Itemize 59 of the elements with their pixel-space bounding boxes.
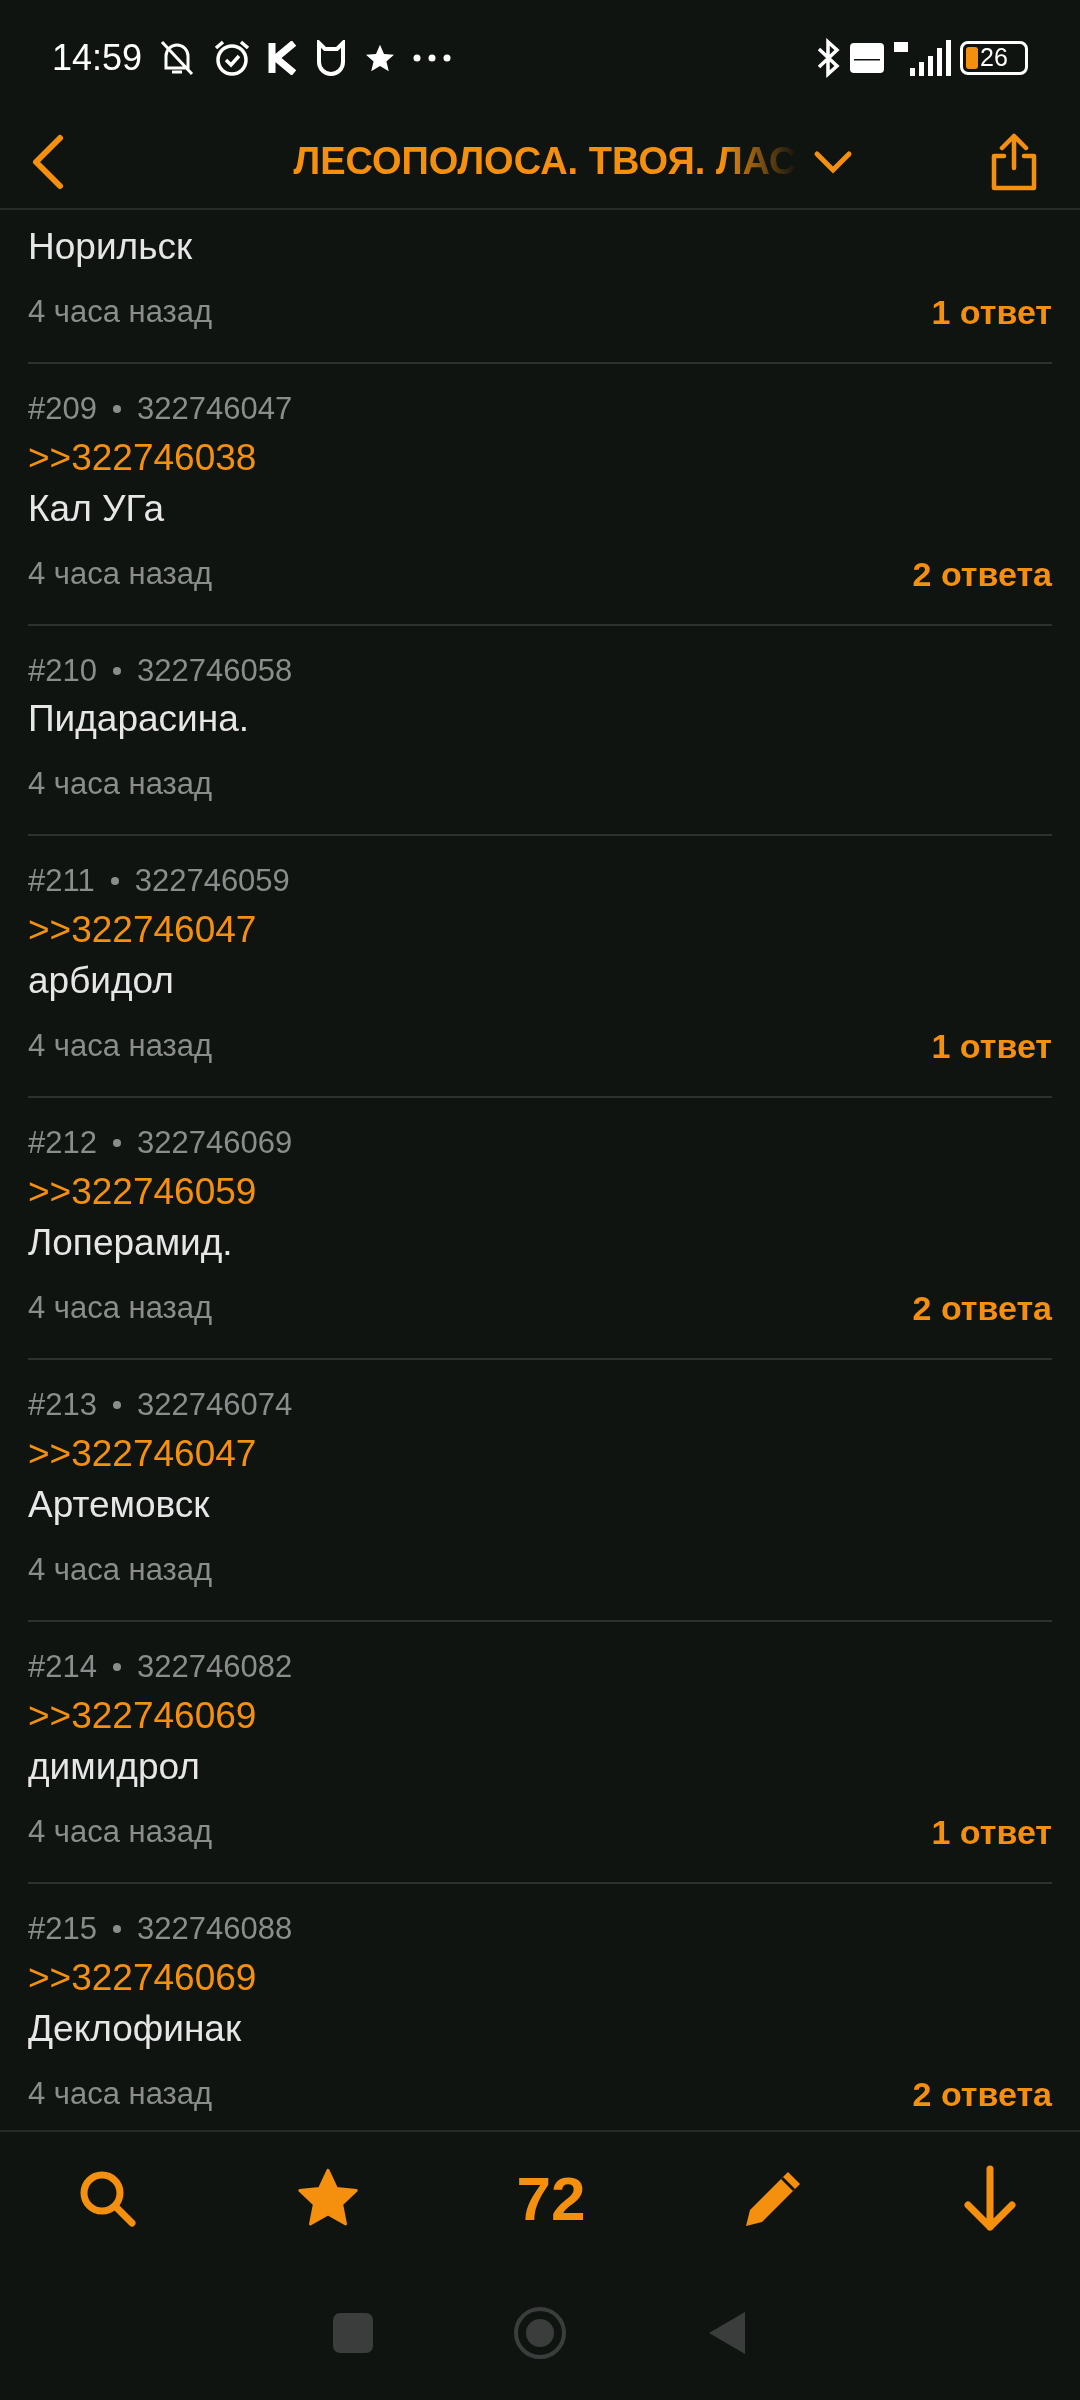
post-text: Норильск [28, 226, 193, 267]
post-time: 4 часа назад [28, 292, 213, 331]
replies-link[interactable]: 1 ответ [931, 1806, 1052, 1858]
replies-link[interactable]: 2 ответа [912, 1282, 1052, 1334]
replies-link[interactable]: 1 ответ [931, 286, 1052, 338]
post-time: 4 часа назад [28, 1026, 213, 1065]
post-id: 322746069 [136, 1124, 293, 1162]
replies-link[interactable]: 1 ответ [931, 1020, 1052, 1072]
post-text: димидрол [28, 1746, 200, 1787]
post-text: Лоперамид. [28, 1222, 233, 1263]
post-number: #214 [28, 1648, 97, 1686]
post-number: #210 [28, 652, 97, 690]
separator-dot-icon [110, 877, 119, 885]
post-text: Пидарасина. [28, 698, 250, 739]
post-time: 4 часа назад [28, 554, 213, 593]
post-number: #209 [28, 390, 97, 428]
post-id: 322746059 [134, 862, 290, 900]
post-time: 4 часа назад [28, 1550, 213, 1589]
reply-link[interactable]: >>322746069 [28, 1957, 257, 1998]
reply-link[interactable]: >>322746047 [28, 1433, 257, 1474]
replies-link[interactable]: 2 ответа [912, 2068, 1052, 2120]
post-id: 322746058 [136, 652, 293, 690]
post-text: Деклофинак [28, 2008, 242, 2049]
replies-link[interactable]: 2 ответа [912, 548, 1052, 600]
separator-dot-icon [112, 405, 121, 413]
post-id: 322746047 [136, 390, 293, 428]
post-count-button[interactable]: 72 [516, 2152, 586, 2245]
separator-dot-icon [112, 1925, 121, 1933]
post-text: Кал УГа [28, 488, 165, 529]
separator-dot-icon [112, 1663, 121, 1671]
status-time: 14:59 [52, 35, 143, 80]
post-id: 322746074 [136, 1386, 293, 1424]
post-number: #215 [28, 1910, 97, 1948]
post-time: 4 часа назад [28, 764, 213, 803]
battery-fill-icon [966, 46, 978, 69]
reply-link[interactable]: >>322746069 [28, 1695, 257, 1736]
reply-link[interactable]: >>322746038 [28, 437, 257, 478]
post-number: #211 [28, 862, 95, 900]
signal-icon [892, 37, 952, 78]
bluetooth-icon [816, 37, 842, 78]
post-number: #213 [28, 1386, 97, 1424]
post-number: #212 [28, 1124, 97, 1162]
post-text: Артемовск [28, 1484, 210, 1525]
separator-dot-icon [112, 1401, 121, 1409]
more-icon [412, 52, 453, 63]
thread-title-dropdown[interactable]: ЛЕСОПОЛОСА. ТВОЯ. ЛАС [293, 133, 853, 190]
reply-link[interactable]: >>322746047 [28, 909, 257, 950]
reply-link[interactable]: >>322746059 [28, 1171, 257, 1212]
post-time: 4 часа назад [28, 2074, 213, 2113]
k-logo-icon [268, 40, 299, 75]
battery-level: 26 [980, 45, 1008, 70]
separator-dot-icon [112, 667, 121, 675]
post-text: арбидол [28, 960, 174, 1001]
post-time: 4 часа назад [28, 1288, 213, 1327]
post-id: 322746082 [136, 1648, 293, 1686]
separator-dot-icon [112, 1139, 121, 1147]
caret-icon [812, 149, 853, 174]
post-time: 4 часа назад [28, 1812, 213, 1851]
post-id: 322746088 [136, 1910, 293, 1948]
